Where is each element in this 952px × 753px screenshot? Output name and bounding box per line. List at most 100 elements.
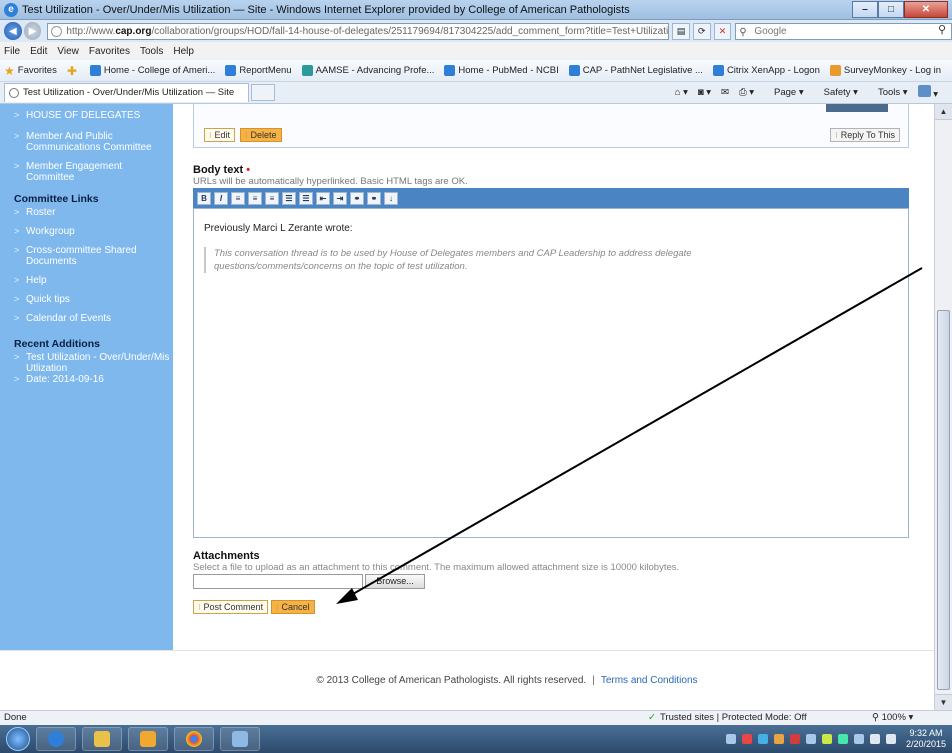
menu-file[interactable]: File: [4, 46, 20, 57]
compatibility-icon[interactable]: ▤: [672, 22, 690, 40]
favorite-item-pubmed[interactable]: Home - PubMed - NCBI: [444, 65, 559, 76]
scroll-up-icon[interactable]: ▲: [935, 104, 952, 120]
sidebar-item-shared-documents[interactable]: Cross-committee Shared Documents: [14, 245, 173, 267]
close-window-button[interactable]: ✕: [904, 1, 948, 18]
home-icon[interactable]: ⌂ ▾: [675, 87, 688, 98]
browse-button[interactable]: Browse...: [365, 574, 425, 589]
scroll-down-icon[interactable]: ▼: [935, 694, 952, 710]
menu-favorites[interactable]: Favorites: [89, 46, 130, 57]
sidebar-item-house-of-delegates[interactable]: HOUSE OF DELEGATES: [14, 110, 173, 121]
italic-button[interactable]: I: [214, 191, 228, 205]
align-center-button[interactable]: ≡: [248, 191, 262, 205]
tray-icon[interactable]: [837, 734, 848, 744]
tray-icon[interactable]: [773, 734, 784, 744]
taskbar-ie[interactable]: [36, 727, 76, 751]
stop-icon[interactable]: ✕: [713, 22, 732, 40]
new-tab-button[interactable]: [251, 84, 275, 101]
sidebar-item-member-engagement[interactable]: Member Engagement Committee: [14, 161, 173, 183]
tray-icon[interactable]: [853, 734, 864, 744]
help-icon[interactable]: ▾: [917, 85, 938, 100]
menu-tools[interactable]: Tools: [140, 46, 163, 57]
page-content: HOUSE OF DELEGATES Member And Public Com…: [0, 104, 934, 710]
tools-menu[interactable]: Tools ▾: [868, 87, 908, 98]
command-bar: ⌂ ▾ ◙ ▾ ✉ ⎙ ▾ Page ▾ Safety ▾ Tools ▾ ▾: [665, 85, 938, 100]
taskbar-explorer[interactable]: [82, 727, 122, 751]
sidebar-item-roster[interactable]: Roster: [14, 207, 173, 218]
page-icon: [51, 25, 63, 37]
favorites-button[interactable]: ★ Favorites: [4, 64, 57, 78]
search-input[interactable]: ⚲ Google: [735, 22, 952, 40]
menu-help[interactable]: Help: [173, 46, 194, 57]
favorite-item-cap-home[interactable]: Home - College of Ameri...: [89, 65, 215, 76]
chrome-icon: [186, 731, 202, 747]
vertical-scrollbar[interactable]: ▲ ▼: [934, 104, 952, 710]
sidebar-item-member-public-communications[interactable]: Member And Public Communications Committ…: [14, 131, 173, 153]
tab-active[interactable]: Test Utilization - Over/Under/Mis Utiliz…: [4, 83, 249, 102]
safety-menu[interactable]: Safety ▾: [814, 87, 858, 98]
refresh-icon[interactable]: ⟳: [692, 22, 711, 40]
tray-icon[interactable]: [725, 734, 736, 744]
scroll-thumb[interactable]: [937, 310, 950, 690]
sidebar-item-help[interactable]: Help: [14, 275, 173, 286]
ordered-list-button[interactable]: ☰: [282, 191, 296, 205]
terms-link[interactable]: Terms and Conditions: [601, 675, 698, 686]
network-icon[interactable]: [869, 734, 880, 744]
taskbar-outlook[interactable]: [128, 727, 168, 751]
minimize-button[interactable]: –: [852, 1, 878, 18]
taskbar-app[interactable]: [220, 727, 260, 751]
zoom-level[interactable]: ⚲ 100% ▾: [872, 711, 913, 725]
forward-button[interactable]: ▶: [23, 22, 42, 40]
taskbar-clock[interactable]: 9:32 AM 2/20/2015: [906, 728, 946, 750]
start-button[interactable]: [6, 727, 30, 751]
url-input[interactable]: http://www.cap.org/collaboration/groups/…: [47, 22, 670, 40]
favorite-item-citrix[interactable]: Citrix XenApp - Logon: [712, 65, 820, 76]
bold-button[interactable]: B: [197, 191, 211, 205]
unordered-list-button[interactable]: ☰: [299, 191, 313, 205]
cancel-button[interactable]: ⁝ Cancel: [271, 600, 315, 614]
recent-item-link[interactable]: Test Utilization - Over/Under/Mis Utliza…: [14, 352, 173, 374]
tray-icon[interactable]: [741, 734, 752, 744]
sidebar-item-calendar[interactable]: Calendar of Events: [14, 313, 173, 324]
back-button[interactable]: ◀: [4, 22, 22, 40]
edit-button[interactable]: ⁝ Edit: [204, 128, 236, 142]
favorite-item-reportmenu[interactable]: ReportMenu: [225, 65, 292, 76]
volume-icon[interactable]: [885, 734, 896, 744]
unlink-button[interactable]: ⚭: [367, 191, 381, 205]
tray-icon[interactable]: [821, 734, 832, 744]
outdent-button[interactable]: ⇤: [316, 191, 330, 205]
reply-button[interactable]: ⁝ Reply To This: [830, 128, 900, 142]
taskbar: 9:32 AM 2/20/2015: [0, 725, 952, 753]
align-right-button[interactable]: ≡: [265, 191, 279, 205]
favorite-item-pathnet[interactable]: CAP - PathNet Legislative ...: [568, 65, 703, 76]
post-comment-button[interactable]: ⁝ Post Comment: [193, 600, 269, 614]
maximize-button[interactable]: □: [878, 1, 904, 18]
ie-page-icon: [89, 65, 101, 76]
image-button[interactable]: ↓: [384, 191, 398, 205]
tray-icon[interactable]: [805, 734, 816, 744]
file-path-input[interactable]: [193, 574, 363, 589]
tray-icon[interactable]: [757, 734, 768, 744]
delete-button[interactable]: ⁝ Delete: [240, 128, 282, 142]
security-zone[interactable]: ✓ Trusted sites | Protected Mode: Off: [648, 711, 807, 725]
body-text-editor[interactable]: Previously Marci L Zerante wrote: This c…: [193, 208, 909, 538]
sidebar-item-workgroup[interactable]: Workgroup: [14, 226, 173, 237]
favorite-item-surveymonkey[interactable]: SurveyMonkey - Log in: [829, 65, 941, 76]
mail-icon[interactable]: ✉: [721, 87, 729, 98]
sidebar-item-quick-tips[interactable]: Quick tips: [14, 294, 173, 305]
menu-edit[interactable]: Edit: [30, 46, 47, 57]
indent-button[interactable]: ⇥: [333, 191, 347, 205]
comment-image: [826, 104, 888, 112]
add-favorite-button[interactable]: ✚: [67, 64, 80, 78]
previous-author-line: Previously Marci L Zerante wrote:: [204, 223, 353, 234]
align-left-button[interactable]: ≡: [231, 191, 245, 205]
favorite-item-aamse[interactable]: AAMSE - Advancing Profe...: [301, 65, 434, 76]
taskbar-chrome[interactable]: [174, 727, 214, 751]
tray-icon[interactable]: [789, 734, 800, 744]
print-icon[interactable]: ⎙ ▾: [739, 87, 754, 98]
page-menu[interactable]: Page ▾: [764, 87, 804, 98]
feeds-icon[interactable]: ◙ ▾: [698, 87, 711, 98]
menu-view[interactable]: View: [57, 46, 79, 57]
search-icon[interactable]: ⚲: [938, 23, 946, 36]
link-button[interactable]: ⚭: [350, 191, 364, 205]
url-path: /collaboration/groups/HOD/fall-14-house-…: [151, 25, 670, 37]
